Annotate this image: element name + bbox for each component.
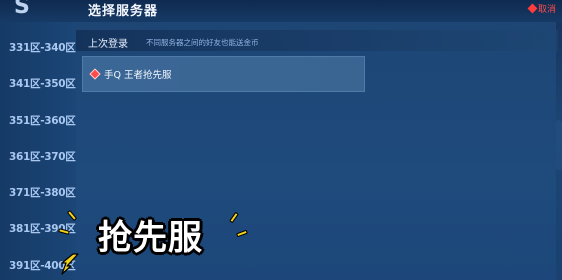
sidebar-item-zone-341[interactable]: 341区-350区: [9, 76, 76, 91]
sidebar-item-zone-361[interactable]: 361区-370区: [9, 149, 76, 164]
server-name: 手Q 王者抢先服: [104, 70, 172, 81]
overlay-caption: 抢先服: [98, 218, 203, 258]
pointer-arrow-icon: [61, 253, 79, 275]
page-title: 选择服务器: [88, 4, 159, 19]
cancel-button[interactable]: 取消: [527, 2, 556, 15]
friend-gift-hint: 不同服务器之间的好友也能送金币: [146, 38, 259, 47]
scrollbar[interactable]: [556, 120, 562, 170]
diamond-icon: [527, 3, 538, 14]
tab-recent-login[interactable]: 上次登录: [88, 35, 128, 50]
top-bar: [0, 0, 562, 22]
sidebar-item-zone-351[interactable]: 351区-360区: [9, 113, 76, 128]
sidebar-item-zone-331[interactable]: 331区-340区: [9, 40, 76, 55]
cancel-label: 取消: [537, 5, 556, 15]
game-logo: S: [14, 0, 30, 19]
sidebar-item-zone-371[interactable]: 371区-380区: [9, 185, 76, 200]
